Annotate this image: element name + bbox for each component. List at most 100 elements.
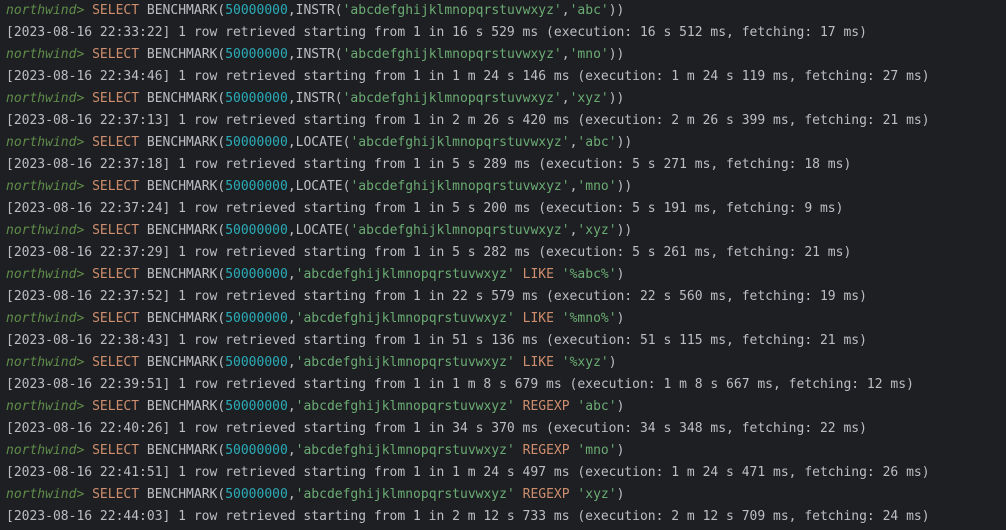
sql-closing-parens: ) <box>616 487 625 502</box>
sql-operator: REGEXP <box>522 487 570 502</box>
sql-operator: REGEXP <box>522 399 570 414</box>
sql-string-literal: 'abcdefghijklmnopqrstuvwxyz' <box>295 487 515 502</box>
sql-string-literal: 'abcdefghijklmnopqrstuvwxyz' <box>350 135 570 150</box>
console-prompt: northwind> <box>6 223 85 238</box>
sql-separator <box>515 487 523 502</box>
result-text: [2023-08-16 22:44:03] 1 row retrieved st… <box>6 509 930 524</box>
sql-function-benchmark: BENCHMARK( <box>146 355 226 370</box>
sql-keyword-select: SELECT <box>92 3 140 18</box>
sql-closing-parens: ) <box>608 355 617 370</box>
sql-function-args: , <box>287 311 296 326</box>
result-line: [2023-08-16 22:41:51] 1 row retrieved st… <box>6 462 1006 484</box>
console-prompt: northwind> <box>6 443 85 458</box>
sql-number-literal: 50000000 <box>225 311 288 326</box>
console-prompt: northwind> <box>6 135 85 150</box>
sql-string-literal: 'abcdefghijklmnopqrstuvwxyz' <box>295 355 515 370</box>
result-line: [2023-08-16 22:44:03] 1 row retrieved st… <box>6 506 1006 528</box>
sql-pattern-literal: '%abc%' <box>553 267 617 282</box>
sql-keyword-select: SELECT <box>92 267 140 282</box>
sql-function-benchmark: BENCHMARK( <box>146 399 226 414</box>
sql-operator: LIKE <box>522 311 554 326</box>
sql-function-benchmark: BENCHMARK( <box>146 91 226 106</box>
sql-pattern-literal: 'mno' <box>569 47 609 62</box>
sql-string-literal: 'abcdefghijklmnopqrstuvwxyz' <box>295 267 515 282</box>
result-text: [2023-08-16 22:37:18] 1 row retrieved st… <box>6 157 852 172</box>
sql-operator: LIKE <box>522 355 554 370</box>
sql-string-literal: 'abcdefghijklmnopqrstuvwxyz' <box>350 179 570 194</box>
sql-separator <box>515 355 523 370</box>
sql-string-literal: 'abcdefghijklmnopqrstuvwxyz' <box>295 399 515 414</box>
query-line: northwind> SELECT BENCHMARK(50000000,INS… <box>6 44 1006 66</box>
console-prompt: northwind> <box>6 47 85 62</box>
result-text: [2023-08-16 22:34:46] 1 row retrieved st… <box>6 69 930 84</box>
query-line: northwind> SELECT BENCHMARK(50000000,LOC… <box>6 176 1006 198</box>
sql-string-literal: 'abcdefghijklmnopqrstuvwxyz' <box>295 443 515 458</box>
sql-number-literal: 50000000 <box>225 223 288 238</box>
result-text: [2023-08-16 22:37:24] 1 row retrieved st… <box>6 201 844 216</box>
sql-closing-parens: ) <box>616 399 625 414</box>
sql-function-args: ,INSTR( <box>287 47 343 62</box>
sql-number-literal: 50000000 <box>225 487 288 502</box>
result-line: [2023-08-16 22:37:24] 1 row retrieved st… <box>6 198 1006 220</box>
sql-pattern-literal: 'xyz' <box>577 223 617 238</box>
sql-function-benchmark: BENCHMARK( <box>146 223 226 238</box>
result-line: [2023-08-16 22:37:52] 1 row retrieved st… <box>6 286 1006 308</box>
sql-function-args: , <box>287 355 296 370</box>
sql-separator <box>515 443 523 458</box>
query-line: northwind> SELECT BENCHMARK(50000000,'ab… <box>6 352 1006 374</box>
sql-closing-parens: ) <box>616 311 625 326</box>
sql-function-benchmark: BENCHMARK( <box>146 311 226 326</box>
query-line: northwind> SELECT BENCHMARK(50000000,INS… <box>6 88 1006 110</box>
query-line: northwind> SELECT BENCHMARK(50000000,'ab… <box>6 264 1006 286</box>
sql-separator <box>515 267 523 282</box>
sql-function-benchmark: BENCHMARK( <box>146 179 226 194</box>
result-text: [2023-08-16 22:37:13] 1 row retrieved st… <box>6 113 930 128</box>
sql-keyword-select: SELECT <box>92 355 140 370</box>
sql-function-args: ,INSTR( <box>287 3 343 18</box>
console-prompt: northwind> <box>6 399 85 414</box>
console-output[interactable]: northwind> SELECT BENCHMARK(50000000,INS… <box>6 0 1006 530</box>
sql-function-args: , <box>287 487 296 502</box>
query-line: northwind> SELECT BENCHMARK(50000000,'ab… <box>6 440 1006 462</box>
sql-number-literal: 50000000 <box>225 267 288 282</box>
sql-number-literal: 50000000 <box>225 3 288 18</box>
sql-string-literal: 'abcdefghijklmnopqrstuvwxyz' <box>295 311 515 326</box>
sql-number-literal: 50000000 <box>225 355 288 370</box>
result-line: [2023-08-16 22:37:18] 1 row retrieved st… <box>6 154 1006 176</box>
sql-keyword-select: SELECT <box>92 47 140 62</box>
result-text: [2023-08-16 22:40:26] 1 row retrieved st… <box>6 421 867 436</box>
sql-pattern-literal: '%mno%' <box>553 311 617 326</box>
sql-function-benchmark: BENCHMARK( <box>146 135 226 150</box>
sql-pattern-literal: 'xyz' <box>569 91 609 106</box>
result-line: [2023-08-16 22:33:22] 1 row retrieved st… <box>6 22 1006 44</box>
sql-separator <box>515 399 523 414</box>
sql-separator: , <box>561 3 570 18</box>
sql-function-args: , <box>287 399 296 414</box>
sql-pattern-literal: 'abc' <box>577 135 617 150</box>
sql-function-args: ,LOCATE( <box>287 179 351 194</box>
sql-function-args: ,LOCATE( <box>287 223 351 238</box>
sql-operator: LIKE <box>522 267 554 282</box>
sql-closing-parens: )) <box>616 179 633 194</box>
sql-function-args: , <box>287 443 296 458</box>
sql-closing-parens: ) <box>616 443 625 458</box>
result-line: [2023-08-16 22:34:46] 1 row retrieved st… <box>6 66 1006 88</box>
sql-separator: , <box>561 91 570 106</box>
sql-closing-parens: )) <box>608 91 625 106</box>
result-text: [2023-08-16 22:39:51] 1 row retrieved st… <box>6 377 914 392</box>
console-prompt: northwind> <box>6 311 85 326</box>
console-prompt: northwind> <box>6 267 85 282</box>
sql-closing-parens: )) <box>616 135 633 150</box>
console-prompt: northwind> <box>6 355 85 370</box>
sql-function-args: ,INSTR( <box>287 91 343 106</box>
sql-closing-parens: ) <box>616 267 625 282</box>
sql-string-literal: 'abcdefghijklmnopqrstuvwxyz' <box>342 47 562 62</box>
result-text: [2023-08-16 22:37:52] 1 row retrieved st… <box>6 289 867 304</box>
sql-string-literal: 'abcdefghijklmnopqrstuvwxyz' <box>342 3 562 18</box>
sql-operator: REGEXP <box>522 443 570 458</box>
sql-number-literal: 50000000 <box>225 91 288 106</box>
sql-closing-parens: )) <box>616 223 633 238</box>
sql-pattern-literal: 'xyz' <box>569 487 617 502</box>
sql-number-literal: 50000000 <box>225 135 288 150</box>
sql-function-benchmark: BENCHMARK( <box>146 3 226 18</box>
